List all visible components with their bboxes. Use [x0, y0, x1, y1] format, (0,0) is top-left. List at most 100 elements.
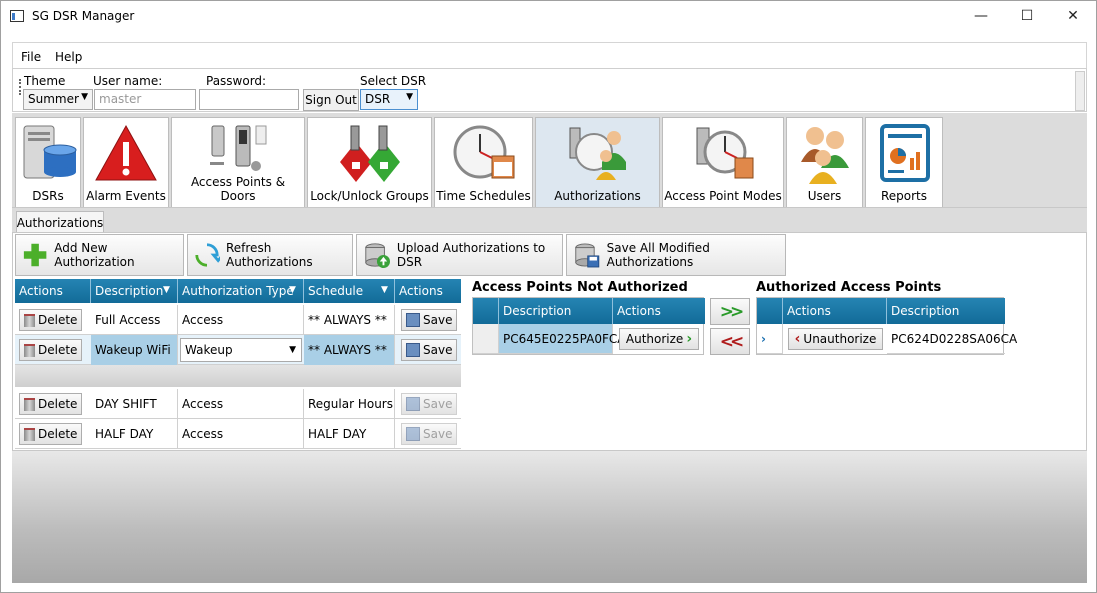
- save-all-authorizations-label: Save All Modified Authorizations: [606, 241, 710, 269]
- authorize-label: Authorize: [625, 332, 684, 346]
- sign-out-button[interactable]: Sign Out: [303, 89, 359, 111]
- close-button[interactable]: ✕: [1050, 1, 1096, 31]
- refresh-icon: [195, 243, 220, 267]
- filter-icon[interactable]: ▼: [381, 285, 388, 295]
- menu-help[interactable]: Help: [55, 50, 82, 64]
- delete-label: Delete: [38, 313, 78, 327]
- authorized-title: Authorized Access Points: [756, 280, 942, 295]
- row-header: [757, 298, 783, 324]
- move-left-button[interactable]: <<: [710, 328, 750, 355]
- save-icon: [406, 427, 420, 441]
- unauthorize-label: Unauthorize: [803, 332, 877, 346]
- toolbar-scrollbar[interactable]: [1075, 71, 1085, 111]
- new-row-placeholder[interactable]: [15, 365, 461, 387]
- chevron-left-icon: ‹: [794, 331, 801, 347]
- window-title: SG DSR Manager: [32, 9, 135, 23]
- module-reports[interactable]: Reports: [865, 117, 943, 207]
- save-label: Save: [423, 427, 453, 441]
- clock-calendar-icon: [453, 125, 514, 179]
- app-window: SG DSR Manager — ☐ ✕ File Help Theme Sum…: [0, 0, 1097, 593]
- unauthorize-button[interactable]: ‹ Unauthorize: [788, 328, 883, 350]
- title-bar: SG DSR Manager — ☐ ✕: [1, 1, 1096, 31]
- module-dsrs[interactable]: DSRs: [15, 117, 81, 207]
- cell-description[interactable]: Wakeup WiFi: [91, 335, 178, 365]
- filter-icon[interactable]: ▼: [163, 285, 170, 295]
- delete-label: Delete: [38, 427, 78, 441]
- upload-authorizations-label: Upload Authorizations to DSR: [396, 241, 546, 269]
- save-all-authorizations-button[interactable]: Save All Modified Authorizations: [566, 234, 786, 276]
- table-row: Delete DAY SHIFT Access Regular Hours Sa…: [15, 389, 461, 419]
- maximize-button[interactable]: ☐: [1004, 1, 1050, 31]
- row-indicator-icon[interactable]: ›: [757, 324, 783, 354]
- cell-schedule[interactable]: ** ALWAYS **: [304, 335, 395, 365]
- save-icon: [406, 397, 420, 411]
- module-users[interactable]: Users: [786, 117, 863, 207]
- module-label: Access Point Modes: [664, 189, 782, 203]
- column-header-actions: Actions: [15, 279, 91, 303]
- module-authorizations[interactable]: Authorizations: [535, 117, 660, 207]
- cell-schedule[interactable]: ** ALWAYS **: [304, 305, 395, 335]
- authorize-button[interactable]: Authorize ›: [619, 328, 699, 350]
- module-time-schedules[interactable]: Time Schedules: [434, 117, 533, 207]
- column-header-authorization-type[interactable]: Authorization Type: [178, 279, 304, 303]
- cell-description[interactable]: HALF DAY: [91, 419, 178, 449]
- cell-authorization-type[interactable]: Access: [178, 305, 304, 335]
- save-button[interactable]: Save: [401, 393, 458, 415]
- authorization-type-select[interactable]: Wakeup ▼: [180, 338, 302, 362]
- menu-file[interactable]: File: [21, 50, 41, 64]
- table-row: Delete HALF DAY Access HALF DAY Save: [15, 419, 461, 449]
- module-label: Users: [807, 189, 842, 203]
- cell-description[interactable]: PC624D0228SA06CA: [887, 324, 1017, 354]
- cell-schedule[interactable]: HALF DAY: [304, 419, 395, 449]
- save-button[interactable]: Save: [401, 309, 458, 331]
- select-dsr-label: Select DSR: [360, 74, 427, 88]
- filter-icon[interactable]: ▼: [289, 285, 296, 295]
- row-selector[interactable]: [473, 324, 499, 354]
- upload-authorizations-button[interactable]: Upload Authorizations to DSR: [356, 234, 563, 276]
- save-button[interactable]: Save: [401, 339, 458, 361]
- module-label: Reports: [880, 189, 928, 203]
- delete-label: Delete: [38, 397, 78, 411]
- trash-icon: [24, 343, 35, 357]
- delete-button[interactable]: Delete: [19, 309, 83, 331]
- cell-description[interactable]: PC645E0225PA0FCA: [499, 324, 625, 354]
- not-authorized-grid: Description Actions PC645E0225PA0FCA Aut…: [472, 297, 705, 355]
- authorization-icon: [569, 127, 626, 180]
- module-access-point-modes[interactable]: Access Point Modes: [662, 117, 784, 207]
- add-authorization-button[interactable]: Add New Authorization: [15, 234, 184, 276]
- delete-button[interactable]: Delete: [19, 393, 83, 415]
- tab-authorizations[interactable]: Authorizations: [16, 211, 104, 234]
- cell-description[interactable]: Full Access: [91, 305, 178, 335]
- username-field[interactable]: master: [94, 89, 196, 110]
- password-field[interactable]: [199, 89, 299, 110]
- module-access-points-doors[interactable]: Access Points & Doors: [171, 117, 305, 207]
- tab-strip: Authorizations: [12, 207, 1087, 234]
- delete-button[interactable]: Delete: [19, 423, 83, 445]
- toolbar-grip-icon[interactable]: [19, 79, 21, 95]
- save-database-icon: [575, 243, 600, 268]
- cell-authorization-type[interactable]: Access: [178, 419, 304, 449]
- save-button[interactable]: Save: [401, 423, 458, 445]
- column-header-actions: Actions: [613, 298, 705, 324]
- cell-authorization-type[interactable]: Access: [178, 389, 304, 419]
- cell-description[interactable]: DAY SHIFT: [91, 389, 178, 419]
- save-label: Save: [423, 313, 453, 327]
- minimize-button[interactable]: —: [958, 1, 1004, 31]
- chevron-down-icon: ▼: [406, 92, 413, 102]
- save-label: Save: [423, 397, 453, 411]
- theme-select[interactable]: Summer ▼: [23, 89, 93, 110]
- theme-label: Theme: [24, 74, 66, 88]
- move-right-button[interactable]: >>: [710, 298, 750, 325]
- upload-database-icon: [365, 243, 390, 269]
- module-label: Lock/Unlock Groups: [310, 189, 429, 203]
- refresh-authorizations-button[interactable]: Refresh Authorizations: [187, 234, 353, 276]
- dsr-select[interactable]: DSR ▼: [360, 89, 418, 110]
- delete-label: Delete: [38, 343, 78, 357]
- module-alarm-events[interactable]: Alarm Events: [83, 117, 169, 207]
- delete-button[interactable]: Delete: [19, 339, 83, 361]
- chevron-down-icon: ▼: [81, 92, 88, 102]
- module-lock-unlock-groups[interactable]: Lock/Unlock Groups: [307, 117, 432, 207]
- cell-schedule[interactable]: Regular Hours: [304, 389, 395, 419]
- save-icon: [406, 313, 420, 327]
- lock-group-icon: [339, 125, 400, 182]
